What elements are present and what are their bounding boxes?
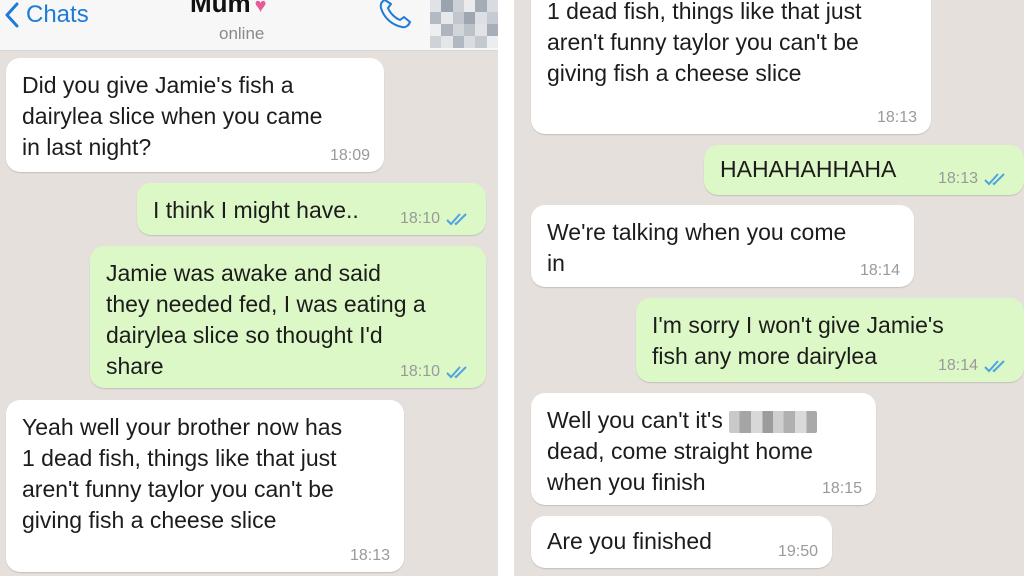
message-time: 18:13 — [937, 170, 978, 187]
message-text: Did you give Jamie's fish a dairylea sli… — [22, 72, 323, 160]
message-text-start: Well you can't it's — [547, 407, 723, 433]
message-bubble-outgoing[interactable]: Jamie was awake and said they needed fed… — [90, 246, 486, 388]
message-time: 18:14 — [859, 262, 900, 279]
message-time: 18:13 — [349, 547, 390, 564]
heart-icon: ♥ — [254, 0, 267, 17]
message-bubble-incoming[interactable]: We're talking when you come in 18:14 — [531, 205, 914, 287]
message-text: Jamie was awake and said they needed fed… — [106, 260, 426, 379]
message-text: Yeah well your brother now has 1 dead fi… — [22, 414, 343, 533]
message-text: Well you can't it's dead, come straight … — [547, 405, 818, 498]
avatar[interactable] — [430, 0, 498, 48]
chat-screenshot-left: Chats Mum ♥ online Did you give Jamie's f… — [0, 0, 498, 576]
message-time: 19:50 — [777, 543, 818, 560]
message-bubble-incoming[interactable]: Are you finished 19:50 — [531, 516, 832, 568]
message-bubble-outgoing[interactable]: I think I might have.. 18:10 — [137, 183, 486, 235]
read-receipt-icon — [446, 366, 467, 379]
message-text: I think I might have.. — [153, 197, 359, 223]
message-bubble-incoming[interactable]: Yeah well your brother now has 1 dead fi… — [6, 400, 404, 572]
message-time: 18:13 — [876, 109, 917, 126]
read-receipt-icon — [446, 213, 467, 226]
message-bubble-outgoing[interactable]: I'm sorry I won't give Jamie's fish any … — [636, 298, 1024, 382]
message-time: 18:14 — [937, 357, 978, 374]
message-time: 18:15 — [821, 480, 862, 497]
message-bubble-incoming[interactable]: 1 dead fish, things like that just aren'… — [531, 0, 931, 134]
message-text: I'm sorry I won't give Jamie's fish any … — [652, 312, 944, 369]
censored-word — [729, 410, 818, 433]
read-receipt-icon — [984, 360, 1005, 373]
message-text: Are you finished — [547, 528, 712, 554]
message-bubble-incoming[interactable]: Well you can't it's dead, come straight … — [531, 393, 876, 505]
back-button[interactable]: Chats — [4, 0, 89, 30]
back-button-label: Chats — [26, 1, 89, 28]
message-bubble-incoming[interactable]: Did you give Jamie's fish a dairylea sli… — [6, 58, 384, 172]
message-bubble-outgoing[interactable]: HAHAHAHHAHA 18:13 — [704, 145, 1024, 195]
chat-header: Chats Mum ♥ online — [0, 0, 498, 51]
message-time: 18:09 — [329, 147, 370, 164]
message-text: HAHAHAHHAHA — [720, 156, 897, 182]
contact-name-text: Mum — [190, 0, 251, 18]
chevron-left-icon — [5, 2, 19, 28]
contact-name[interactable]: Mum ♥ — [190, 0, 267, 19]
read-receipt-icon — [984, 173, 1005, 186]
message-text: We're talking when you come in — [547, 219, 847, 276]
phone-icon[interactable] — [376, 0, 416, 30]
message-time: 18:10 — [399, 210, 440, 227]
chat-screenshot-right: 1 dead fish, things like that just aren'… — [514, 0, 1024, 576]
message-time: 18:10 — [399, 363, 440, 380]
message-text-end: dead, come straight home when you finish — [547, 438, 813, 495]
message-text: 1 dead fish, things like that just aren'… — [547, 0, 862, 86]
contact-status: online — [219, 24, 265, 43]
